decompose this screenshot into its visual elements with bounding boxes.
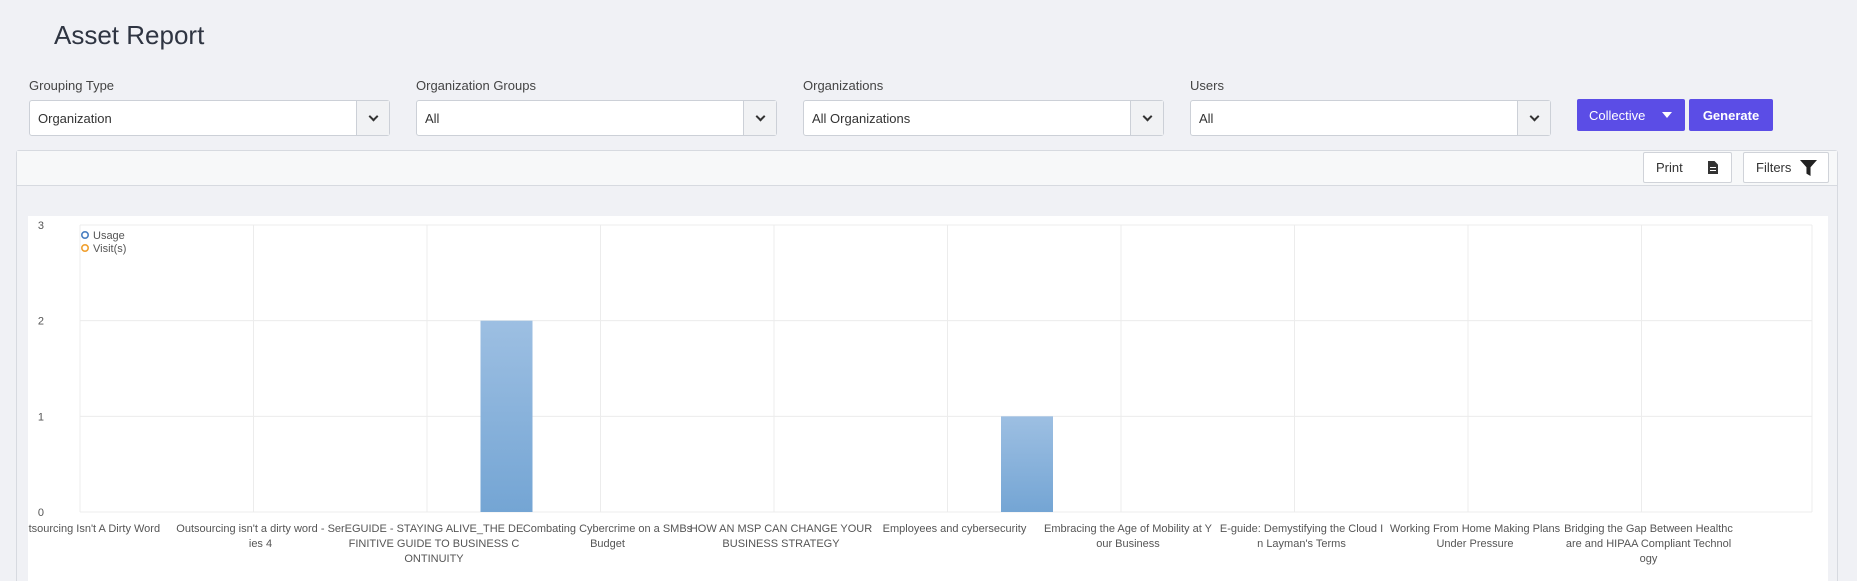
organizations-dropdown-toggle[interactable] — [1130, 101, 1163, 135]
organization-groups-select[interactable]: All — [416, 100, 777, 136]
report-panel: Print Filters 0 1 2 3 Outsourcing Isn't A Di… — [16, 150, 1838, 581]
x-tick-label: our Business — [1096, 538, 1160, 550]
chevron-down-icon — [368, 111, 378, 121]
x-tick-label: are and HIPAA Compliant Technol — [1566, 538, 1731, 550]
usage-bar — [1001, 416, 1053, 512]
y-tick-label: 0 — [38, 507, 44, 519]
organization-groups-dropdown-toggle[interactable] — [743, 101, 776, 135]
usage-bar — [480, 320, 533, 512]
x-tick-label: Employees and cybersecurity — [883, 523, 1027, 535]
report-toolbar: Print Filters — [17, 151, 1837, 186]
y-tick-label: 3 — [38, 220, 44, 232]
x-tick-label: EGUIDE - STAYING ALIVE_THE DE — [345, 523, 524, 535]
y-tick-label: 2 — [38, 316, 44, 328]
print-label: Print — [1656, 160, 1683, 175]
grouping-type-value: Organization — [38, 110, 112, 126]
users-dropdown-toggle[interactable] — [1517, 101, 1550, 135]
grouping-type-select[interactable]: Organization — [29, 100, 390, 136]
organizations-label: Organizations — [803, 78, 884, 93]
organizations-select[interactable]: All Organizations — [803, 100, 1164, 136]
x-tick-label: ogy — [1640, 553, 1658, 565]
x-tick-label: Combating Cybercrime on a SMBs — [523, 523, 693, 535]
x-tick-label: E-guide: Demystifying the Cloud I — [1220, 523, 1383, 535]
organizations-value: All Organizations — [812, 110, 911, 126]
organization-groups-filter: Organization Groups All — [416, 77, 777, 136]
page-title: Asset Report — [54, 20, 205, 50]
x-tick-label: ONTINUITY — [404, 553, 464, 565]
users-value: All — [1199, 110, 1214, 126]
legend-label: Usage — [93, 230, 125, 242]
users-label: Users — [1190, 78, 1224, 93]
legend-label: Visit(s) — [93, 243, 126, 255]
x-tick-label: Embracing the Age of Mobility at Y — [1044, 523, 1213, 535]
legend-marker — [80, 243, 89, 252]
organization-groups-label: Organization Groups — [416, 78, 536, 93]
grouping-type-filter: Grouping Type Organization — [29, 77, 390, 136]
collective-button[interactable]: Collective — [1577, 99, 1685, 131]
x-tick-label: HOW AN MSP CAN CHANGE YOUR — [690, 523, 872, 535]
grouping-type-label: Grouping Type — [29, 78, 115, 93]
x-tick-label: FINITIVE GUIDE TO BUSINESS C — [349, 538, 520, 550]
users-filter: Users All — [1190, 77, 1551, 136]
x-tick-label: Outsourcing Isn't A Dirty Word — [28, 523, 160, 535]
x-tick-label: Budget — [590, 538, 625, 550]
x-tick-label: Under Pressure — [1436, 538, 1513, 550]
filters-label: Filters — [1756, 160, 1792, 175]
users-select[interactable]: All — [1190, 100, 1551, 136]
asset-chart: 0 1 2 3 Outsourcing Isn't A Dirty Word Outsou… — [28, 216, 1828, 581]
generate-button[interactable]: Generate — [1689, 99, 1773, 131]
y-tick-label: 1 — [38, 411, 44, 423]
collective-label: Collective — [1589, 107, 1646, 123]
organization-groups-value: All — [425, 110, 440, 126]
x-tick-label: Bridging the Gap Between Healthc — [1564, 523, 1733, 535]
print-button[interactable]: Print — [1643, 152, 1732, 183]
chevron-down-icon — [755, 111, 765, 121]
x-tick-label: n Layman's Terms — [1257, 538, 1346, 550]
grouping-type-dropdown-toggle[interactable] — [356, 101, 389, 135]
document-icon — [1708, 161, 1718, 174]
chevron-down-icon — [1529, 111, 1539, 121]
x-tick-label: Working From Home Making Plans — [1390, 523, 1561, 535]
caret-down-icon — [1662, 112, 1672, 118]
x-tick-label: ies 4 — [249, 538, 272, 550]
x-tick-label: Outsourcing isn't a dirty word - Ser — [176, 523, 345, 535]
asset-chart-svg: 0 1 2 3 Outsourcing Isn't A Dirty Word Outsou… — [28, 220, 1813, 565]
legend-marker — [80, 231, 89, 240]
x-tick-label: BUSINESS STRATEGY — [722, 538, 840, 550]
organizations-filter: Organizations All Organizations — [803, 77, 1164, 136]
filter-funnel-icon — [1800, 160, 1817, 176]
chevron-down-icon — [1142, 111, 1152, 121]
filters-button[interactable]: Filters — [1743, 152, 1829, 183]
